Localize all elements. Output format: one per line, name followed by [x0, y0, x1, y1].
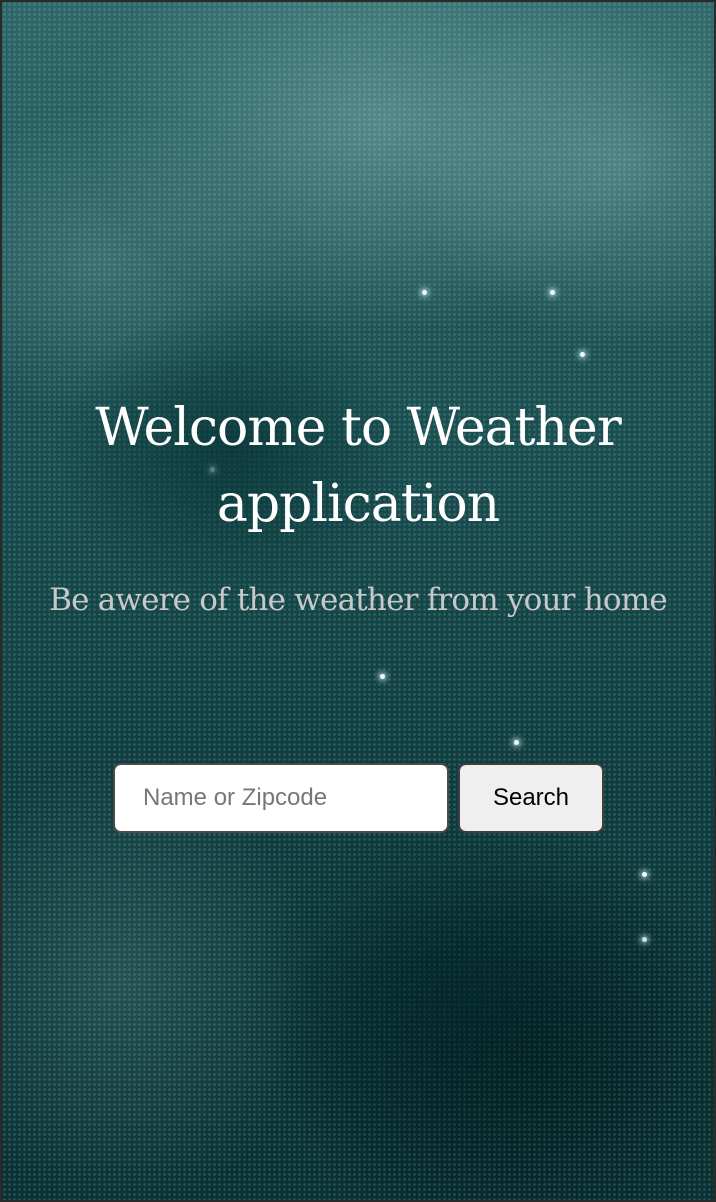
page-title: Welcome to Weather application — [95, 398, 621, 534]
main-content: Welcome to Weather application Be awere … — [0, 0, 716, 1202]
page-subtitle: Be awere of the weather from your home — [49, 582, 668, 618]
search-input[interactable] — [113, 763, 449, 833]
search-form: Search — [113, 763, 605, 833]
search-button[interactable]: Search — [458, 763, 604, 833]
